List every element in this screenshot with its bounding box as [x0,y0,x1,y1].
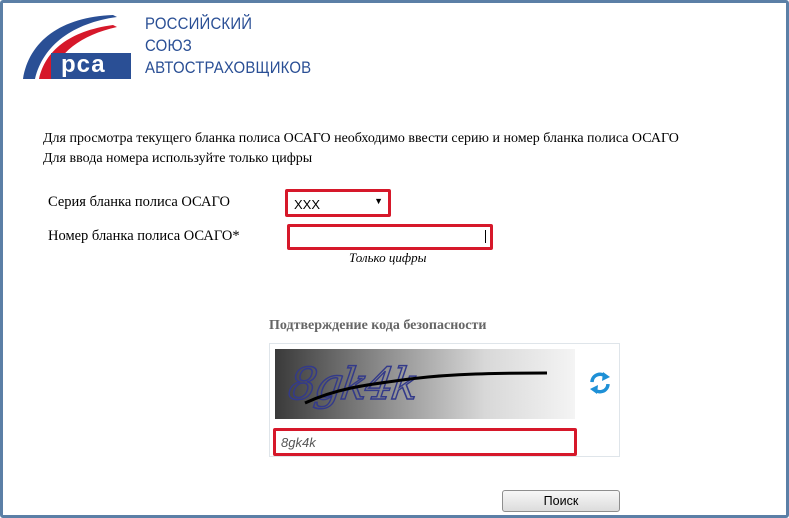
chevron-down-icon: ▼ [374,196,383,206]
captcha-panel: 8gk4k [269,343,620,457]
captcha-input[interactable] [279,433,571,451]
series-label: Серия бланка полиса ОСАГО [48,194,230,210]
search-button[interactable]: Поиск [502,490,620,512]
number-input-highlight [287,224,493,250]
series-select-value: ХХХ [294,197,321,212]
intro-line-1: Для просмотра текущего бланка полиса ОСА… [43,131,679,146]
logo-line-3: АВТОСТРАХОВЩИКОВ [145,58,312,77]
number-label: Номер бланка полиса ОСАГО* [48,228,240,244]
series-select-highlight: ХХХ ▼ [285,189,391,217]
text-cursor [485,230,486,243]
series-select[interactable]: ХХХ ▼ [292,195,384,212]
logo-line-2: СОЮЗ [145,36,192,55]
refresh-icon[interactable] [588,371,612,395]
intro-line-2: Для ввода номера используйте только цифр… [43,151,313,166]
logo-mark-text: рса [61,51,106,78]
number-hint: Только цифры [349,250,427,265]
captcha-input-highlight [273,428,577,456]
page-frame: рса РОССИЙСКИЙ СОЮЗ АВТОСТРАХОВЩИКОВ Для… [0,0,789,518]
logo-title: РОССИЙСКИЙ СОЮЗ АВТОСТРАХОВЩИКОВ [145,13,311,79]
captcha-noise-line [304,371,548,405]
policy-number-input[interactable] [294,230,486,244]
intro-text: Для просмотра текущего бланка полиса ОСА… [43,129,679,169]
captcha-title: Подтверждение кода безопасности [269,318,487,333]
captcha-image: 8gk4k [275,349,575,419]
logo-line-1: РОССИЙСКИЙ [145,14,253,33]
